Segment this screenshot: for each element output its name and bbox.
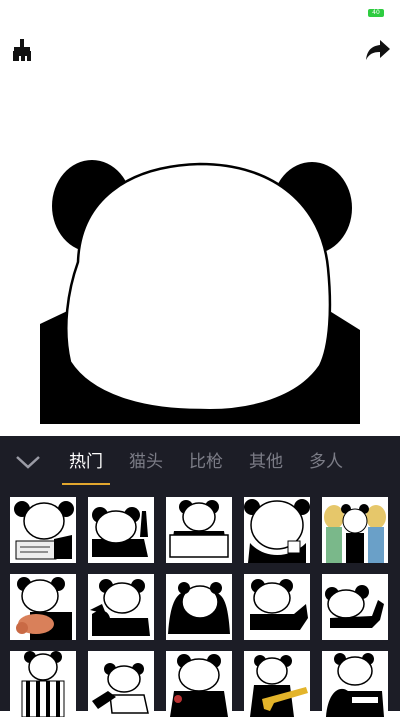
brush-icon[interactable] [8, 36, 36, 64]
sticker-panda-shrugging[interactable] [166, 574, 232, 640]
chevron-down-icon[interactable] [0, 436, 56, 488]
sticker-panda-writing[interactable] [10, 497, 76, 563]
panda-template-canvas[interactable] [40, 150, 360, 424]
sticker-panda-holding-sign[interactable] [166, 497, 232, 563]
tab-gun[interactable]: 比枪 [176, 436, 236, 488]
battery-indicator: 40 [368, 9, 384, 17]
sticker-grid [10, 497, 394, 717]
sticker-panda-with-women[interactable] [322, 497, 388, 563]
sticker-panda-pointing[interactable] [88, 574, 154, 640]
tab-multi-person[interactable]: 多人 [296, 436, 356, 488]
sticker-panda-flexing[interactable] [244, 574, 310, 640]
sticker-panda-with-gun[interactable] [244, 651, 310, 717]
tab-other[interactable]: 其他 [236, 436, 296, 488]
status-bar: 40 [0, 0, 400, 26]
sticker-panda-hugging[interactable] [322, 651, 388, 717]
sticker-panda-sitting[interactable] [166, 651, 232, 717]
sticker-panda-big-face[interactable] [244, 497, 310, 563]
sticker-panda-sketch[interactable] [88, 651, 154, 717]
sticker-panda-lying-thumb[interactable] [322, 574, 388, 640]
top-toolbar [0, 26, 400, 74]
share-icon[interactable] [364, 36, 392, 64]
category-tabs: 热门 猫头 比枪 其他 多人 [0, 436, 400, 488]
sticker-panda-referee[interactable] [10, 651, 76, 717]
sticker-panda-middle-finger[interactable] [88, 497, 154, 563]
sticker-panel: 热门 猫头 比枪 其他 多人 [0, 436, 400, 717]
tab-cat-head[interactable]: 猫头 [116, 436, 176, 488]
tab-hot[interactable]: 热门 [56, 436, 116, 488]
sticker-panda-tattoo-arm[interactable] [10, 574, 76, 640]
